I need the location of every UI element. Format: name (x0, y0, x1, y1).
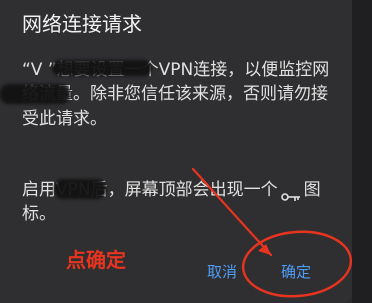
key-icon (280, 185, 301, 201)
background-edge (352, 0, 372, 303)
network-connection-request-dialog: 网络连接请求 “V ”想要设置一个VPN连接，以便监控网络流量。除非您信任该来源… (0, 0, 352, 303)
confirm-button[interactable]: 确定 (281, 260, 311, 284)
redaction-mark (0, 84, 70, 104)
cancel-button[interactable]: 取消 (207, 260, 237, 284)
annotation-tap-confirm: 点确定 (66, 248, 126, 272)
redaction-mark (52, 60, 152, 76)
dialog-title: 网络连接请求 (22, 12, 142, 36)
redaction-mark (54, 179, 106, 199)
